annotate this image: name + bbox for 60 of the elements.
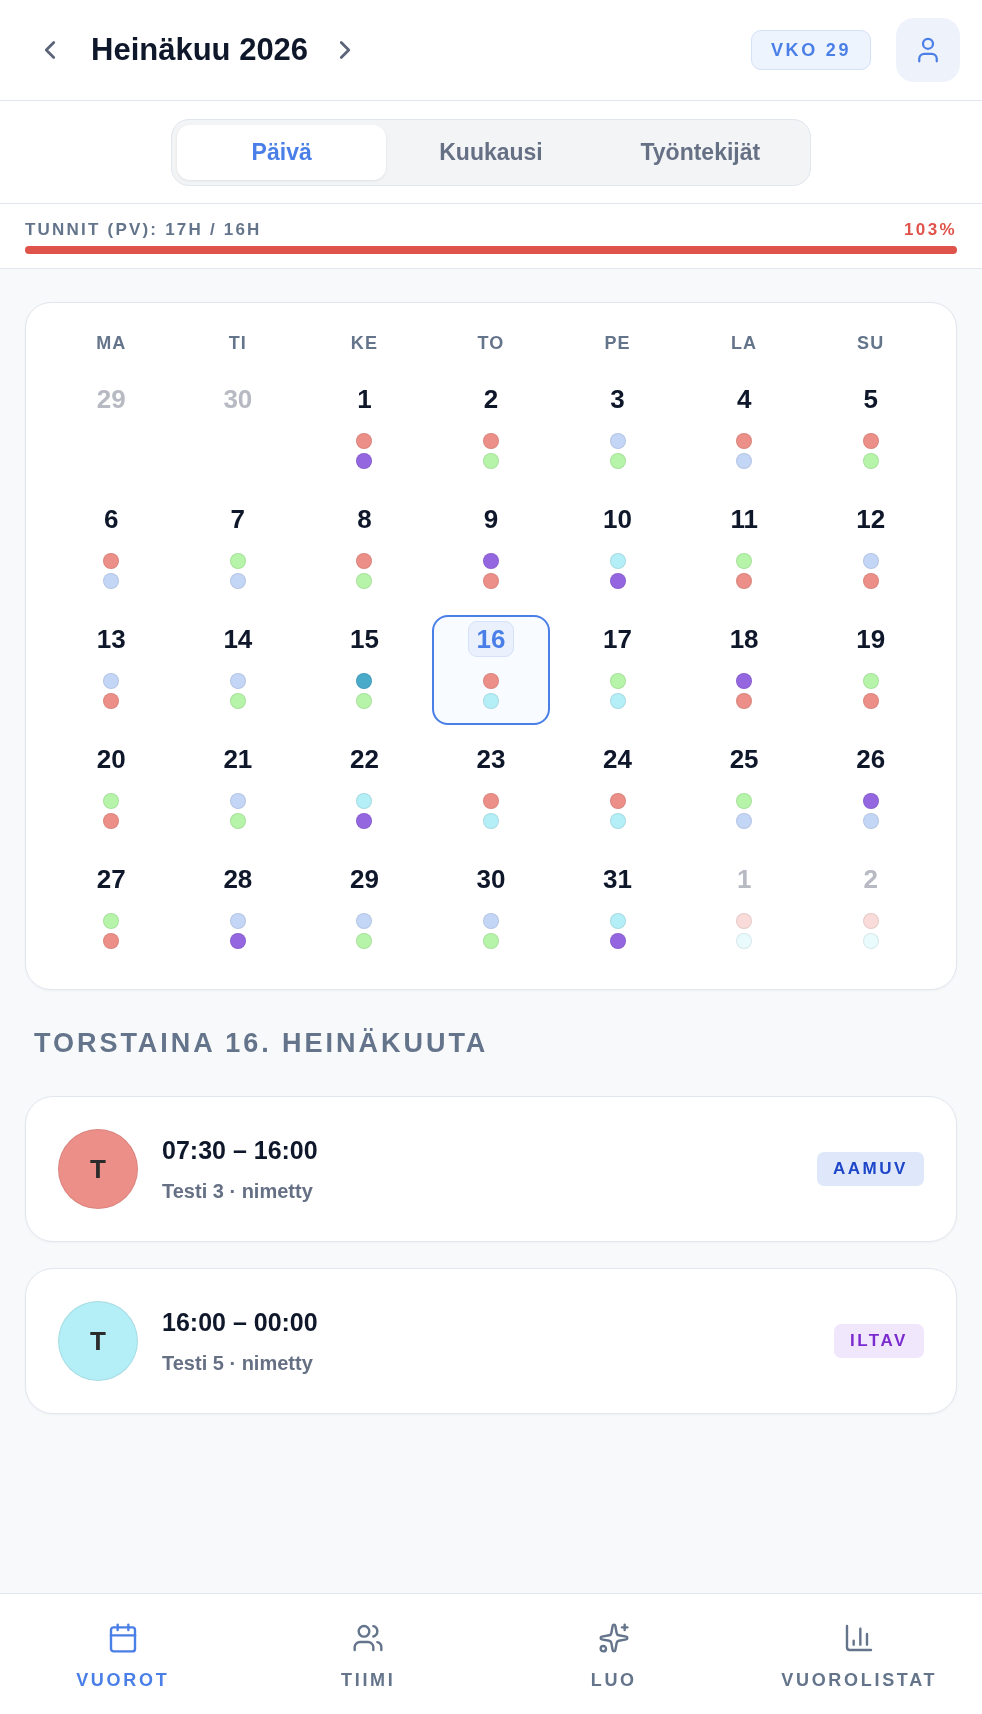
shift-time: 07:30 – 16:00 xyxy=(162,1135,318,1167)
calendar-day[interactable]: 28 xyxy=(178,855,297,965)
nav-tab[interactable]: LUO xyxy=(491,1594,737,1714)
nav-tab[interactable]: TIIMI xyxy=(245,1594,491,1714)
calendar-day[interactable]: 10 xyxy=(558,495,677,605)
sparkle-icon xyxy=(597,1622,630,1654)
calendar-day[interactable]: 12 xyxy=(811,495,930,605)
calendar-day[interactable]: 19 xyxy=(811,615,930,725)
calendar-day[interactable]: 4 xyxy=(685,375,804,485)
calendar-day[interactable]: 21 xyxy=(178,735,297,845)
weekday-label: SU xyxy=(857,332,885,355)
calendar-day[interactable]: 15 xyxy=(305,615,424,725)
calendar-day[interactable]: 14 xyxy=(178,615,297,725)
calendar-day[interactable]: 6 xyxy=(52,495,171,605)
shift-detail: Testi 3 · nimetty xyxy=(162,1178,313,1204)
people-icon xyxy=(352,1622,385,1654)
calendar-day[interactable]: 23 xyxy=(432,735,550,845)
calendar-day[interactable]: 30 xyxy=(432,855,550,965)
week-badge: VKO 29 xyxy=(751,30,871,70)
shift-tag: AAMUV xyxy=(816,1152,924,1186)
day-heading: TORSTAINA 16. HEINÄKUUTA xyxy=(34,1027,489,1059)
shift-tag: ILTAV xyxy=(833,1324,924,1358)
avatar: T xyxy=(58,1129,138,1209)
profile-button[interactable] xyxy=(896,18,960,82)
weekday-label: TO xyxy=(477,332,505,355)
calendar-day[interactable]: 2 xyxy=(432,375,550,485)
calendar-day[interactable]: 7 xyxy=(178,495,297,605)
calendar-day[interactable]: 26 xyxy=(811,735,930,845)
calendar-day[interactable]: 24 xyxy=(558,735,677,845)
view-tab[interactable]: Kuukausi xyxy=(386,124,596,180)
calendar-day[interactable]: 31 xyxy=(558,855,677,965)
calendar-day[interactable]: 5 xyxy=(811,375,930,485)
hours-percent: 103% xyxy=(904,219,957,242)
avatar: T xyxy=(58,1301,138,1381)
nav-tab[interactable]: VUOROLISTAT xyxy=(736,1594,982,1714)
weekday-label: LA xyxy=(731,332,758,355)
hours-label: TUNNIT (PV): 17H / 16H xyxy=(25,219,262,242)
calendar-day[interactable]: 27 xyxy=(52,855,171,965)
month-title: Heinäkuu 2026 xyxy=(91,30,309,69)
view-tab[interactable]: Työntekijät xyxy=(595,124,805,180)
calendar-day[interactable]: 9 xyxy=(432,495,550,605)
shift-detail: Testi 5 · nimetty xyxy=(162,1350,313,1376)
calendar-day[interactable]: 20 xyxy=(52,735,171,845)
calendar-day[interactable]: 13 xyxy=(52,615,171,725)
calendar-day[interactable]: 22 xyxy=(305,735,424,845)
calendar-day[interactable]: 25 xyxy=(685,735,804,845)
calendar-day[interactable]: 18 xyxy=(685,615,804,725)
calendar-day[interactable]: 8 xyxy=(305,495,424,605)
calendar-day[interactable]: 11 xyxy=(685,495,804,605)
shift-time: 16:00 – 00:00 xyxy=(162,1307,318,1339)
calendar-day[interactable]: 1 xyxy=(305,375,424,485)
calendar-day[interactable]: 3 xyxy=(558,375,677,485)
view-tab[interactable]: Päivä xyxy=(177,124,387,180)
weekday-label: MA xyxy=(96,332,127,355)
weekday-label: TI xyxy=(228,332,247,355)
weekday-label: KE xyxy=(350,332,378,355)
nav-tab[interactable]: VUOROT xyxy=(0,1594,246,1714)
calendar-day[interactable]: 17 xyxy=(558,615,677,725)
calendar-day[interactable]: 29 xyxy=(305,855,424,965)
weekday-label: PE xyxy=(604,332,631,355)
